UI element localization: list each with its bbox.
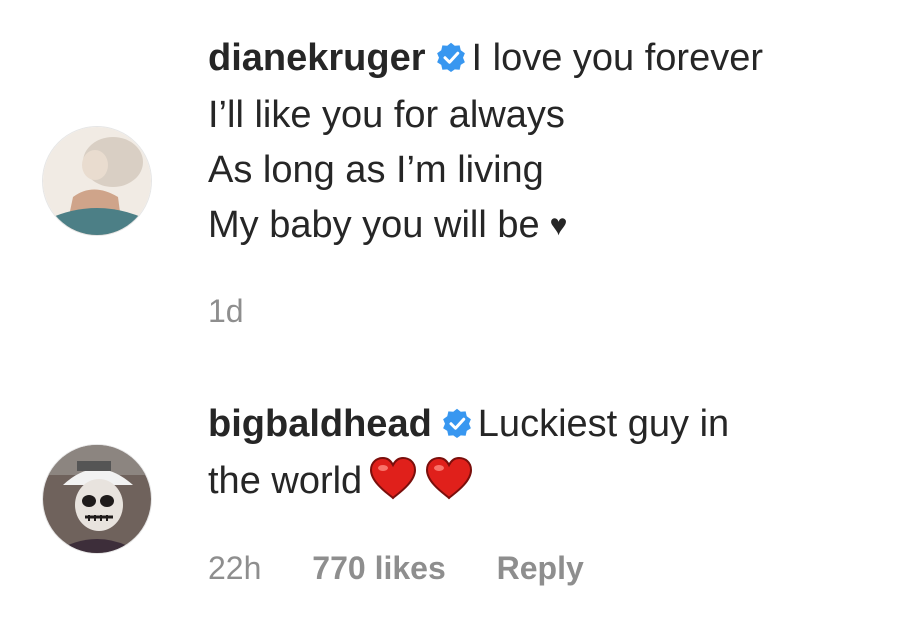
comment-meta: 1d — [208, 293, 286, 330]
comment-text: bigbaldhead Luckiest guy in the world — [208, 397, 878, 517]
username[interactable]: dianekruger — [208, 37, 426, 79]
timestamp[interactable]: 22h — [208, 550, 261, 586]
comment-line: the world — [208, 460, 363, 502]
avatar[interactable] — [42, 126, 152, 236]
reply-button[interactable]: Reply — [497, 550, 584, 586]
comment-text: dianekruger I love you forever I’ll like … — [208, 31, 878, 253]
verified-badge-icon — [436, 33, 466, 88]
comment: dianekruger I love you forever I’ll like … — [0, 0, 905, 340]
comment-line: I’ll like you for always — [208, 94, 565, 136]
timestamp[interactable]: 1d — [208, 293, 244, 329]
comment-line: As long as I’m living — [208, 149, 544, 191]
red-heart-icon — [424, 455, 474, 517]
verified-badge-icon — [442, 399, 472, 454]
comment: bigbaldhead Luckiest guy in the world 22h… — [0, 390, 905, 642]
comment-line: Luckiest guy in — [477, 403, 730, 445]
username[interactable]: bigbaldhead — [208, 403, 432, 445]
red-heart-icon — [368, 455, 418, 517]
comment-line: I love you forever — [471, 37, 764, 79]
comment-line: My baby you will be — [208, 204, 540, 246]
likes-count[interactable]: 770 likes — [312, 550, 445, 586]
black-heart-icon: ♥ — [549, 209, 568, 242]
avatar[interactable] — [42, 444, 152, 554]
comment-meta: 22h 770 likes Reply — [208, 550, 626, 587]
